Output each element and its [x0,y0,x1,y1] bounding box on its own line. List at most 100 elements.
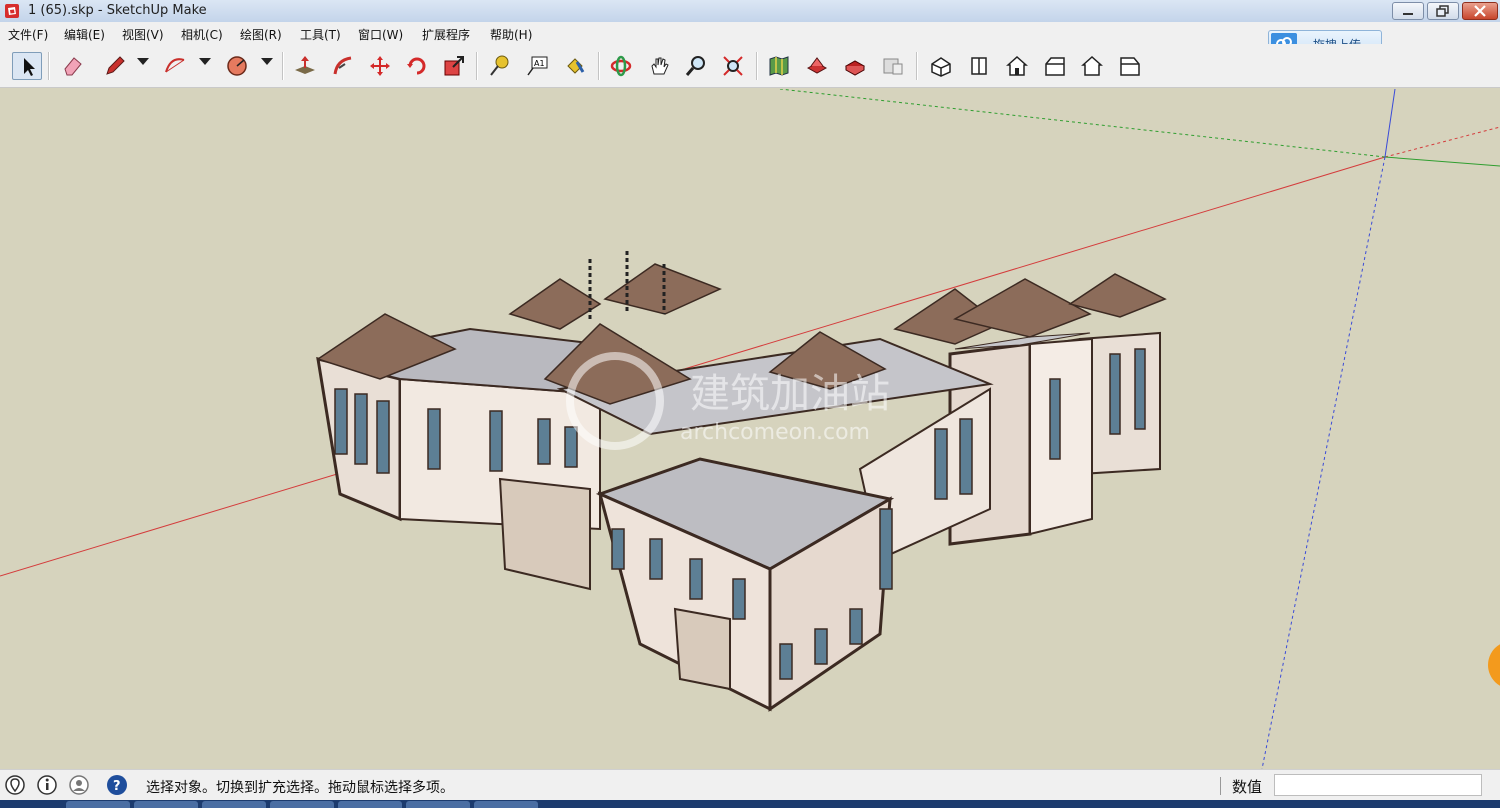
svg-text:A1: A1 [534,59,545,68]
building-model[interactable] [316,251,1167,712]
push-pull-icon [295,56,315,74]
zoom-extents-icon [723,56,743,76]
arc-tool[interactable] [160,52,190,80]
measurements-input[interactable] [1274,774,1482,796]
menu-tools[interactable]: 工具(T) [300,26,341,43]
paint-bucket-icon [567,58,585,74]
share-model-icon [806,57,828,74]
send-to-layout-tool[interactable] [878,52,908,80]
right-view-tool[interactable] [1040,52,1070,80]
share-model-tool[interactable] [802,52,832,80]
zoom-extents-tool[interactable] [718,52,748,80]
text-tool[interactable]: A1 [522,52,552,80]
polygon-tool[interactable] [222,52,252,80]
minimize-icon [1403,13,1413,15]
left-view-tool[interactable] [1115,52,1145,80]
menu-edit[interactable]: 编辑(E) [64,26,105,43]
close-icon [1474,5,1486,17]
green-axis [1384,156,1500,167]
scale-icon [444,56,464,76]
geo-location-icon[interactable] [4,774,26,796]
iso-view-tool[interactable] [926,52,956,80]
pencil-dropdown-arrow[interactable] [137,58,149,65]
menu-window[interactable]: 窗口(W) [358,26,403,43]
taskbar-item[interactable] [474,801,538,808]
menu-view[interactable]: 视图(V) [122,26,164,43]
move-tool[interactable] [365,52,395,80]
help-icon[interactable]: ? [106,774,128,796]
taskbar-item[interactable] [66,801,130,808]
menu-file[interactable]: 文件(F) [8,26,48,43]
rotate-icon [407,57,426,75]
svg-text:?: ? [113,779,121,794]
menu-camera[interactable]: 相机(C) [181,26,223,43]
toolbar-separator [476,52,478,80]
front-view-tool[interactable] [1002,52,1032,80]
front-view-icon [1006,55,1028,76]
main-toolbar: A1 [0,44,1500,88]
pencil-tool[interactable] [100,52,130,80]
orbit-icon [610,55,632,77]
watermark-text-cn: 建筑加油站 [690,371,890,417]
close-button[interactable] [1462,2,1498,20]
pan-icon [651,57,669,75]
side-float-handle[interactable] [1488,641,1500,689]
get-models-tool[interactable] [764,52,794,80]
polygon-dropdown-arrow[interactable] [261,58,273,65]
follow-me-tool[interactable] [328,52,358,80]
eraser-icon [64,57,82,76]
status-message: 选择对象。切换到扩充选择。拖动鼠标选择多项。 [146,780,454,796]
menu-extensions[interactable]: 扩展程序 [422,26,470,43]
tape-measure-icon [490,55,509,76]
toolbar-separator [48,52,50,80]
model-scene: 建筑加油站 archcomeon.com [0,89,1500,769]
taskbar-item[interactable] [134,801,198,808]
back-view-icon [1081,55,1103,76]
paint-bucket-tool[interactable] [560,52,590,80]
blue-axis [1384,89,1396,158]
right-view-icon [1045,57,1065,76]
model-viewport[interactable]: 建筑加油站 archcomeon.com [0,89,1500,769]
restore-icon [1436,5,1449,17]
pencil-icon [106,56,125,75]
left-view-icon [1120,57,1140,76]
taskbar-item[interactable] [202,801,266,808]
back-view-tool[interactable] [1077,52,1107,80]
extension-warehouse-tool[interactable] [840,52,870,80]
select-tool[interactable] [12,52,42,80]
status-bar: ? 选择对象。切换到扩充选择。拖动鼠标选择多项。 数值 [0,769,1500,800]
title-bar: 1 (65).skp - SketchUp Make [0,0,1500,23]
orbit-tool[interactable] [606,52,636,80]
pan-tool[interactable] [644,52,674,80]
get-models-icon [769,56,789,76]
text-icon: A1 [527,56,548,76]
window-title: 1 (65).skp - SketchUp Make [28,3,207,18]
taskbar-item[interactable] [270,801,334,808]
push-pull-tool[interactable] [290,52,320,80]
minimize-button[interactable] [1392,2,1424,20]
menu-help[interactable]: 帮助(H) [490,26,532,43]
watermark-text-en: archcomeon.com [680,420,870,445]
scale-tool[interactable] [439,52,469,80]
select-icon [24,58,35,76]
rotate-tool[interactable] [402,52,432,80]
eraser-tool[interactable] [58,52,88,80]
top-view-tool[interactable] [964,52,994,80]
top-view-icon [971,57,987,75]
toolbar-separator [916,52,918,80]
tape-measure-tool[interactable] [484,52,514,80]
os-taskbar [0,800,1500,808]
extension-warehouse-icon [844,60,866,76]
user-icon[interactable] [68,774,90,796]
menu-draw[interactable]: 绘图(R) [240,26,282,43]
zoom-tool[interactable] [681,52,711,80]
taskbar-item[interactable] [406,801,470,808]
taskbar-item[interactable] [338,801,402,808]
restore-button[interactable] [1427,2,1459,20]
toolbar-separator [598,52,600,80]
credits-icon[interactable] [36,774,58,796]
zoom-icon [685,56,705,76]
arc-dropdown-arrow[interactable] [199,58,211,65]
toolbar-separator [756,52,758,80]
move-icon [370,56,390,76]
